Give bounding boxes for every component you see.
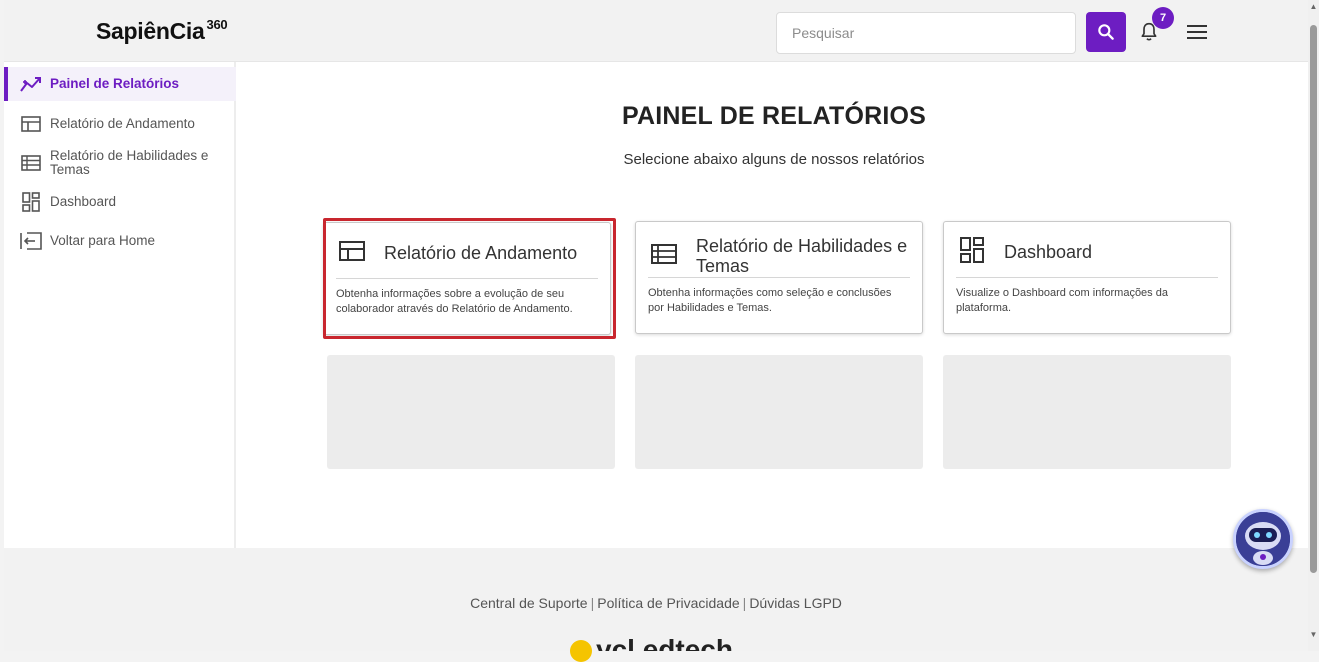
sidebar-item-label: Painel de Relatórios: [50, 76, 180, 91]
card-title: Relatório de Habilidades e Temas: [696, 236, 908, 276]
search-icon: [1098, 24, 1114, 40]
footer-link-central-de-suporte[interactable]: Central de Suporte: [470, 595, 588, 611]
footer-brand-dot: [570, 640, 592, 662]
scroll-up-arrow-icon[interactable]: ▲: [1309, 2, 1318, 12]
loading-placeholder-card: [635, 355, 923, 469]
card-description: Obtenha informações sobre a evolução de …: [336, 288, 573, 315]
list-table-icon: [20, 152, 42, 174]
card-description: Visualize o Dashboard com informações da…: [956, 287, 1168, 314]
menu-line: [1187, 37, 1207, 39]
sidebar: Painel de Relatórios Relatório de Andame…: [4, 62, 236, 548]
search-input[interactable]: [776, 12, 1076, 54]
card-description: Obtenha informações como seleção e concl…: [648, 287, 892, 314]
sidebar-item-relatorio-de-habilidades[interactable]: Relatório de Habilidades e Temas: [4, 146, 236, 180]
card-title: Relatório de Andamento: [384, 243, 578, 263]
footer-separator: |: [590, 595, 595, 611]
exit-icon: [20, 230, 42, 252]
page-title: PAINEL DE RELATÓRIOS: [621, 102, 927, 130]
footer: Central de Suporte | Política de Privacida…: [4, 548, 1308, 662]
sidebar-item-voltar-para-home[interactable]: Voltar para Home: [4, 224, 236, 258]
search-button[interactable]: [1086, 12, 1126, 52]
card-title: Dashboard: [1004, 242, 1093, 262]
page-subtitle: Selecione abaixo alguns de nossos relató…: [623, 151, 925, 168]
sidebar-item-painel-de-relatorios[interactable]: Painel de Relatórios: [4, 67, 236, 101]
list-table-icon: [651, 244, 677, 264]
footer-brand-logo: ycl edtech: [596, 637, 733, 651]
scrollbar[interactable]: ▲ ▼: [1308, 0, 1319, 651]
card-dashboard[interactable]: Dashboard Visualize o Dashboard com info…: [943, 221, 1231, 334]
card-divider: [648, 277, 910, 278]
menu-line: [1187, 31, 1207, 33]
chatbot-button[interactable]: [1233, 509, 1293, 569]
top-bar: SapiênCia360 7: [4, 0, 1308, 62]
scrollbar-thumb[interactable]: [1310, 25, 1317, 573]
notification-badge: 7: [1152, 7, 1174, 29]
app-frame: SapiênCia360 7 Painel de Relatórios Rela…: [4, 0, 1308, 662]
dashboard-icon: [960, 237, 984, 263]
sidebar-item-label: Dashboard: [50, 194, 117, 209]
dashboard-icon: [20, 191, 42, 213]
sidebar-item-label: Voltar para Home: [50, 233, 156, 248]
layout-table-icon: [339, 241, 365, 261]
card-relatorio-de-habilidades[interactable]: Relatório de Habilidades e Temas Obtenha…: [635, 221, 923, 334]
sidebar-item-label: Relatório de Andamento: [50, 116, 195, 131]
footer-link-politica-de-privacidade[interactable]: Política de Privacidade: [597, 595, 739, 611]
logo[interactable]: SapiênCia 360: [96, 17, 228, 45]
hamburger-menu-button[interactable]: [1185, 22, 1209, 42]
loading-placeholder-card: [327, 355, 615, 469]
logo-text: SapiênCia: [96, 18, 205, 44]
footer-link-duvidas-lgpd[interactable]: Dúvidas LGPD: [749, 595, 842, 611]
layout-table-icon: [20, 113, 42, 135]
card-divider: [336, 278, 598, 279]
footer-separator: |: [742, 595, 747, 611]
main-content: PAINEL DE RELATÓRIOS Selecione abaixo al…: [238, 62, 1308, 548]
scroll-down-arrow-icon[interactable]: ▼: [1309, 630, 1318, 640]
sidebar-item-relatorio-de-andamento[interactable]: Relatório de Andamento: [4, 107, 236, 141]
loading-placeholder-card: [943, 355, 1231, 469]
trend-chart-icon: [20, 73, 42, 95]
footer-links: Central de Suporte | Política de Privacida…: [4, 595, 1308, 611]
sidebar-item-label: Relatório de Habilidades e Temas: [50, 148, 209, 177]
robot-icon: [1236, 512, 1290, 566]
card-divider: [956, 277, 1218, 278]
sidebar-item-dashboard[interactable]: Dashboard: [4, 185, 236, 219]
logo-sup: 360: [206, 17, 228, 32]
menu-line: [1187, 25, 1207, 27]
card-relatorio-de-andamento[interactable]: Relatório de Andamento Obtenha informaçõ…: [323, 222, 611, 335]
